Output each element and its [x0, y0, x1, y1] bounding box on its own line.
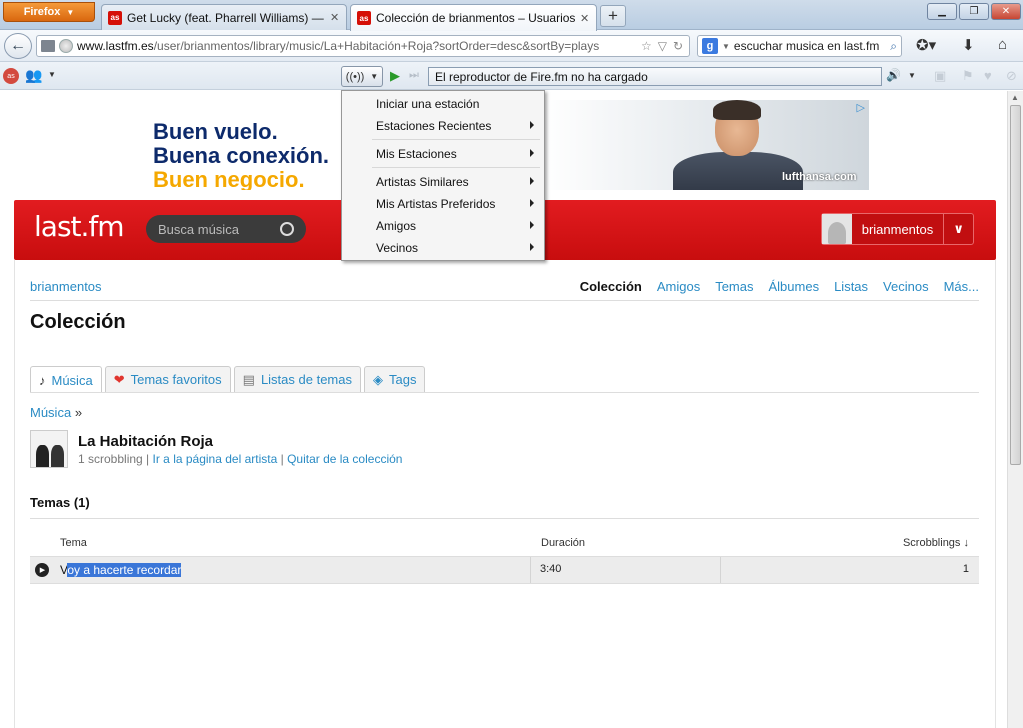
friends-icon[interactable]: 👥	[25, 67, 42, 84]
menu-item-artistas-similares[interactable]: Artistas Similares	[342, 172, 544, 192]
search-icon[interactable]: ⌕	[890, 39, 897, 54]
vertical-scrollbar[interactable]: ▲	[1007, 91, 1023, 728]
ad-line-3: Buen negocio.	[153, 167, 305, 191]
maximize-button[interactable]: ❐	[959, 3, 989, 20]
url-text[interactable]: www.lastfm.es/user/brianmentos/library/m…	[77, 39, 637, 53]
back-button[interactable]: ←	[4, 33, 32, 59]
tag-icon[interactable]: ⚑	[962, 68, 974, 84]
submenu-arrow-icon	[530, 221, 534, 229]
user-menu[interactable]: brianmentos ∨	[821, 213, 974, 245]
love-icon[interactable]: ♥	[984, 68, 992, 83]
bookmarks-icon[interactable]: ✪▾	[916, 36, 936, 54]
ad-line-2: Buena conexión.	[153, 143, 330, 168]
title-bar: Firefox ▼ as Get Lucky (feat. Pharrell Wi…	[0, 0, 1023, 31]
wifi-icon: ((•))	[345, 70, 365, 83]
player-status: El reproductor de Fire.fm no ha cargado	[428, 67, 882, 86]
menu-item-mis-artistas-preferidos[interactable]: Mis Artistas Preferidos	[342, 194, 544, 214]
download-icon[interactable]: ⬇	[962, 36, 975, 54]
chevron-down-icon: ▼	[370, 72, 379, 81]
firefm-toolbar: as 👥 ▼ ((•)) ▼ ▶ ⏭ El reproductor de Fire…	[0, 62, 1023, 90]
menu-separator	[372, 167, 540, 168]
navigation-bar: ← www.lastfm.es/user/brianmentos/library…	[0, 30, 1023, 62]
menu-item-vecinos[interactable]: Vecinos	[342, 238, 544, 258]
lastfm-favicon-icon: as	[108, 10, 122, 25]
back-arrow-icon: ←	[10, 37, 26, 54]
scroll-up-icon[interactable]: ▲	[1011, 93, 1019, 102]
profile-icon[interactable]: ▣	[934, 68, 946, 84]
adchoices-icon[interactable]: ▷	[857, 101, 865, 114]
submenu-arrow-icon	[530, 177, 534, 185]
ad-line-1: Buen vuelo.	[153, 119, 278, 144]
google-icon[interactable]: g	[702, 38, 718, 54]
submenu-arrow-icon	[530, 149, 534, 157]
volume-icon[interactable]: 🔊	[886, 68, 901, 82]
lastfm-favicon-icon: as	[357, 11, 371, 25]
scroll-thumb[interactable]	[1010, 105, 1021, 465]
submenu-arrow-icon	[530, 243, 534, 251]
username[interactable]: brianmentos	[852, 222, 944, 237]
play-icon[interactable]: ▶	[390, 68, 400, 84]
home-icon[interactable]: ⌂	[998, 36, 1007, 53]
submenu-arrow-icon	[530, 121, 534, 129]
close-tab-icon[interactable]: ✕	[580, 12, 590, 25]
close-window-button[interactable]: ✕	[991, 3, 1021, 20]
dropdown-arrow-icon[interactable]: ▽	[658, 39, 667, 53]
menu-item-amigos[interactable]: Amigos	[342, 216, 544, 236]
lastfm-addon-icon[interactable]: as	[3, 68, 19, 84]
ban-icon[interactable]: ⊘	[1006, 68, 1017, 84]
volume-dropdown-icon[interactable]: ▼	[908, 71, 916, 80]
firefox-menu-button[interactable]: Firefox ▼	[3, 2, 95, 22]
address-bar[interactable]: www.lastfm.es/user/brianmentos/library/m…	[36, 35, 690, 57]
content-panel	[14, 260, 996, 728]
avatar	[822, 214, 852, 244]
browser-tab-get-lucky[interactable]: as Get Lucky (feat. Pharrell Williams) —…	[101, 4, 347, 30]
lastfm-search-input[interactable]: Busca música	[146, 215, 306, 243]
chevron-down-icon[interactable]: ∨	[943, 214, 973, 244]
browser-tab-coleccion[interactable]: as Colección de brianmentos – Usuarios..…	[350, 4, 597, 31]
menu-separator	[372, 139, 540, 140]
search-icon[interactable]	[280, 222, 294, 236]
reload-icon[interactable]: ↻	[673, 39, 683, 53]
skip-icon[interactable]: ⏭	[409, 69, 419, 82]
search-bar[interactable]: g ▼ escuchar musica en last.fm ⌕	[697, 35, 902, 57]
engine-dropdown-icon[interactable]: ▼	[722, 42, 730, 51]
globe-icon	[59, 39, 73, 53]
menu-item-mis-estaciones[interactable]: Mis Estaciones	[342, 144, 544, 164]
menu-item-estaciones-recientes[interactable]: Estaciones Recientes	[342, 116, 544, 136]
new-tab-button[interactable]: +	[600, 5, 626, 27]
radio-menu-button[interactable]: ((•)) ▼	[341, 66, 383, 87]
bookmark-star-icon[interactable]: ☆	[641, 39, 652, 53]
menu-item-iniciar-estacion[interactable]: Iniciar una estación	[342, 94, 544, 114]
submenu-arrow-icon	[530, 199, 534, 207]
close-tab-icon[interactable]: ✕	[330, 11, 340, 24]
search-input[interactable]: escuchar musica en last.fm	[734, 39, 886, 53]
friends-dropdown-icon[interactable]: ▼	[48, 70, 56, 79]
lastfm-logo[interactable]: last.fm	[34, 210, 125, 243]
ad-brand: lufthansa.com	[782, 171, 857, 183]
tab-groups-icon[interactable]	[41, 40, 55, 52]
radio-dropdown-menu: Iniciar una estación Estaciones Reciente…	[341, 90, 545, 261]
minimize-button[interactable]: ▁	[927, 3, 957, 20]
